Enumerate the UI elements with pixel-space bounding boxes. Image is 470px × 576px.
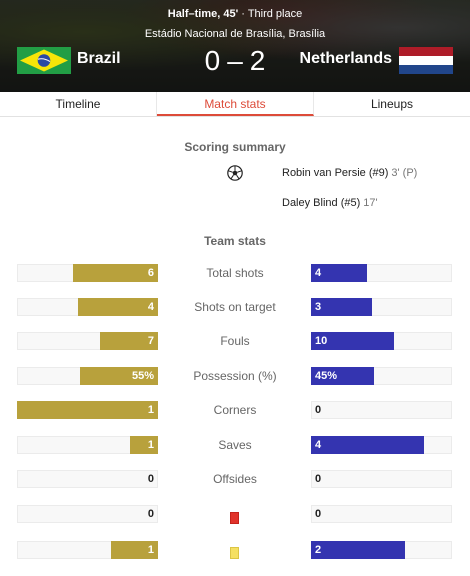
match-venue: Estádio Nacional de Brasília, Brasília xyxy=(144,28,326,40)
away-stat-value: 0 xyxy=(315,508,322,520)
stat-row-yellow-cards: 1 2 xyxy=(0,541,470,559)
stat-label: Total shots xyxy=(206,266,264,280)
goal-minute: 17' xyxy=(363,197,378,209)
stat-label: Shots on target xyxy=(194,300,276,314)
home-stat-track: 1 xyxy=(17,541,158,559)
home-stat-bar xyxy=(78,298,158,316)
home-stat-value: 0 xyxy=(147,508,154,520)
match-tabs: Timeline Match stats Lineups xyxy=(0,92,470,117)
away-stat-track: 10 xyxy=(311,332,452,350)
match-header: Half–time, 45' · Third place Estádio Nac… xyxy=(0,0,470,92)
red-card-icon xyxy=(230,512,239,524)
home-stat-track: 0 xyxy=(17,505,158,523)
away-stat-track: 0 xyxy=(311,470,452,488)
home-stat-value: 0 xyxy=(147,473,154,485)
stat-row-total-shots: 6 Total shots 4 xyxy=(0,264,470,282)
tab-match-stats[interactable]: Match stats xyxy=(157,92,314,116)
stat-row-red-cards: 0 0 xyxy=(0,505,470,524)
home-stat-track: 7 xyxy=(17,332,158,350)
home-stat-value: 1 xyxy=(147,404,154,416)
away-team-name[interactable]: Netherlands xyxy=(300,50,392,68)
away-stat-value: 2 xyxy=(315,544,322,556)
away-stat-track: 45% xyxy=(311,367,452,385)
away-stat-track: 4 xyxy=(311,264,452,282)
stat-row-saves: 1 Saves 4 xyxy=(0,436,470,454)
away-stat-value: 0 xyxy=(315,473,322,485)
home-score: 0 xyxy=(204,45,221,76)
home-stat-track: 1 xyxy=(17,401,158,419)
goal-entry[interactable]: Robin van Persie (#9) 3' (P) xyxy=(282,167,417,179)
away-stat-track: 0 xyxy=(311,401,452,419)
away-stat-bar xyxy=(311,541,405,559)
goal-entry[interactable]: Daley Blind (#5) 17' xyxy=(282,197,378,209)
home-stat-track: 6 xyxy=(17,264,158,282)
scoring-summary-title: Scoring summary xyxy=(184,140,286,154)
score-separator: – xyxy=(227,45,243,76)
stat-row-possession: 55% Possession (%) 45% xyxy=(0,367,470,385)
match-status: Half–time, 45' · Third place xyxy=(0,8,470,20)
home-stat-track: 0 xyxy=(17,470,158,488)
stat-label: Possession (%) xyxy=(193,369,277,383)
away-stat-value: 0 xyxy=(315,404,322,416)
home-stat-value: 1 xyxy=(147,544,154,556)
away-stat-value: 4 xyxy=(315,439,322,451)
status-separator: · xyxy=(238,8,248,20)
stat-label: Saves xyxy=(218,438,252,452)
home-stat-value: 4 xyxy=(147,301,154,313)
away-stat-value: 45% xyxy=(315,370,338,382)
home-stat-track: 1 xyxy=(17,436,158,454)
home-stat-value: 7 xyxy=(147,335,154,347)
away-stat-bar xyxy=(311,436,424,454)
netherlands-flag-icon xyxy=(399,47,453,74)
home-stat-value: 1 xyxy=(147,439,154,451)
stat-label: Corners xyxy=(213,403,257,417)
match-stage: Third place xyxy=(247,8,303,20)
goal-scorer: Daley Blind (#5) xyxy=(282,197,361,209)
away-stat-value: 4 xyxy=(315,267,322,279)
away-stat-track: 3 xyxy=(311,298,452,316)
home-stat-value: 55% xyxy=(131,370,154,382)
tab-lineups[interactable]: Lineups xyxy=(314,92,470,116)
away-stat-track: 0 xyxy=(311,505,452,523)
stat-row-shots-on-target: 4 Shots on target 3 xyxy=(0,298,470,316)
stat-label: Fouls xyxy=(220,334,250,348)
stat-row-corners: 1 Corners 0 xyxy=(0,401,470,419)
goal-minute: 3' (P) xyxy=(391,167,418,179)
soccer-ball-icon xyxy=(227,165,243,181)
match-clock: Half–time, 45' xyxy=(167,8,239,20)
away-stat-value: 10 xyxy=(315,335,328,347)
home-stat-value: 6 xyxy=(147,267,154,279)
yellow-card-icon xyxy=(230,547,239,559)
stat-label: Offsides xyxy=(213,472,257,486)
stat-row-fouls: 7 Fouls 10 xyxy=(0,332,470,350)
goal-scorer: Robin van Persie (#9) xyxy=(282,167,389,179)
away-stat-value: 3 xyxy=(315,301,322,313)
home-stat-bar xyxy=(17,401,158,419)
home-stat-track: 4 xyxy=(17,298,158,316)
away-stat-track: 2 xyxy=(311,541,452,559)
team-stats-title: Team stats xyxy=(204,234,266,248)
away-stat-track: 4 xyxy=(311,436,452,454)
tab-timeline[interactable]: Timeline xyxy=(0,92,157,116)
stat-row-offsides: 0 Offsides 0 xyxy=(0,470,470,488)
away-score: 2 xyxy=(249,45,266,76)
home-stat-track: 55% xyxy=(17,367,158,385)
home-stat-bar xyxy=(73,264,158,282)
